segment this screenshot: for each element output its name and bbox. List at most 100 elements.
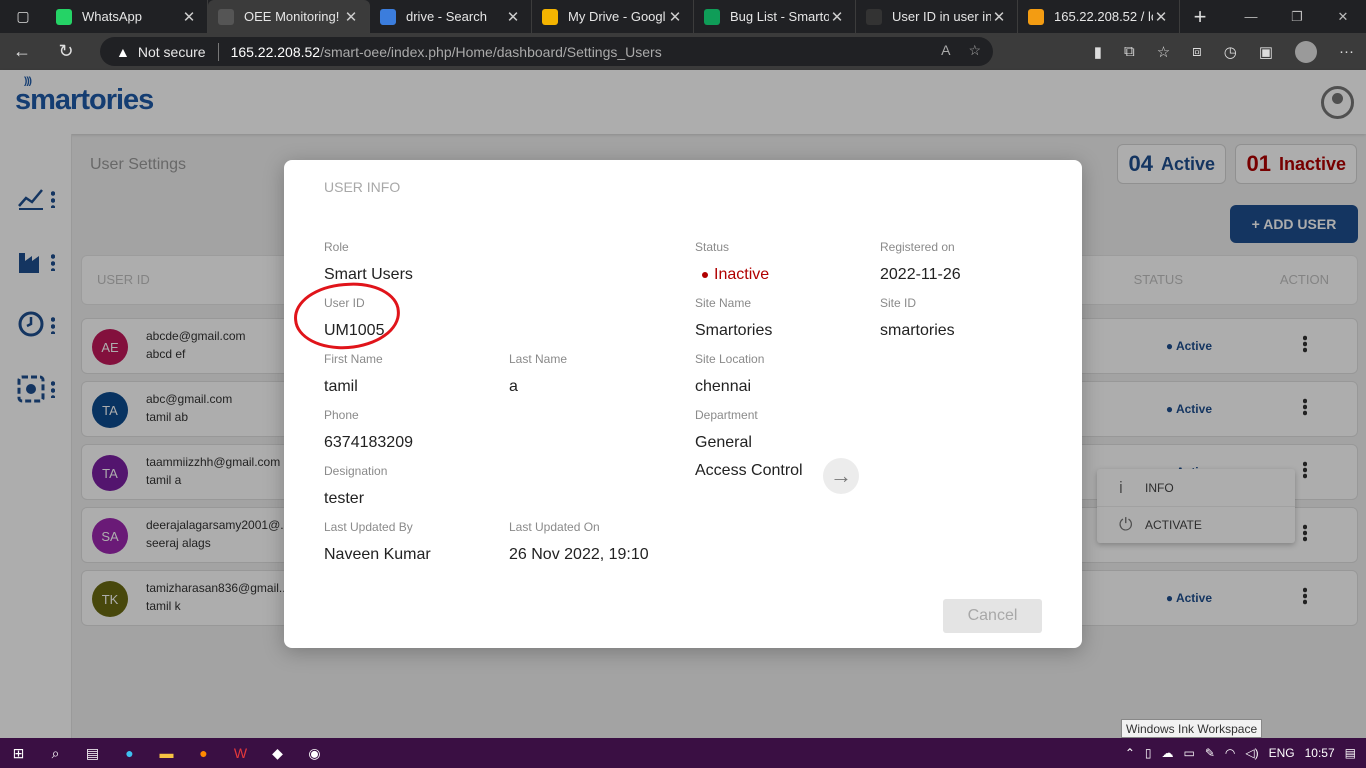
last-updated-on-label: Last Updated On — [509, 520, 600, 534]
close-window-button[interactable]: ✕ — [1320, 0, 1366, 33]
tab-title: OEE Monitoring! — [244, 9, 340, 24]
tab-title: User ID in user in — [892, 9, 991, 24]
close-tab-icon[interactable]: ✕ — [829, 8, 845, 26]
status-value: Inactive — [702, 266, 769, 284]
browser-tab[interactable]: WhatsApp ✕ — [46, 0, 208, 33]
onedrive-icon[interactable]: ☁ — [1161, 746, 1173, 760]
chevron-up-icon[interactable]: ⌃ — [1125, 746, 1135, 760]
close-tab-icon[interactable]: ✕ — [181, 8, 197, 26]
not-secure-label[interactable]: Not secure — [138, 44, 206, 60]
browser-tab-bar: ▢ WhatsApp ✕ OEE Monitoring! ✕ drive - Searc… — [0, 0, 1366, 33]
restore-button[interactable]: ❐ — [1274, 0, 1320, 33]
task-view-icon[interactable]: ▤ — [74, 738, 111, 768]
more-menu-icon[interactable]: ··· — [1339, 43, 1354, 60]
close-tab-icon[interactable]: ✕ — [991, 8, 1007, 26]
last-updated-by-value: Naveen Kumar — [324, 546, 431, 563]
tab-title: WhatsApp — [82, 9, 142, 24]
last-updated-by-label: Last Updated By — [324, 520, 413, 534]
whatsapp-icon — [56, 8, 72, 25]
app-icon-2[interactable]: ◉ — [296, 738, 333, 768]
edge-browser-icon[interactable]: ● — [111, 738, 148, 768]
url-separator — [217, 42, 219, 61]
browser-tab[interactable]: User ID in user in ✕ — [856, 0, 1018, 33]
phone-label: Phone — [324, 408, 359, 422]
collections-icon[interactable]: ⧈ — [1192, 43, 1202, 60]
url-field[interactable]: ▲ Not secure 165.22.208.52 /smart-oee/in… — [100, 37, 993, 66]
battery-icon[interactable]: ▭ — [1183, 746, 1194, 760]
designation-value: tester — [324, 490, 365, 507]
firefox-icon[interactable]: ● — [185, 738, 222, 768]
github-icon — [866, 8, 882, 25]
clock[interactable]: 10:57 — [1305, 746, 1335, 760]
site-id-value: smartories — [880, 322, 955, 339]
browser-tab[interactable]: 165.22.208.52 / lc ✕ — [1018, 0, 1180, 33]
last-name-value: a — [509, 378, 518, 395]
file-explorer-icon[interactable]: ▬ — [148, 738, 185, 768]
window-controls: — ❐ ✕ — [1228, 0, 1366, 33]
browser-tab[interactable]: drive - Search ✕ — [370, 0, 532, 33]
notifications-icon[interactable]: ▤ — [1345, 746, 1356, 760]
app-icon[interactable]: ◆ — [259, 738, 296, 768]
browser-tab[interactable]: OEE Monitoring! ✕ — [208, 0, 370, 33]
add-favorite-icon[interactable]: ☆ — [968, 42, 981, 59]
access-control-label: Access Control — [695, 462, 803, 479]
phone-value: 6374183209 — [324, 434, 413, 451]
tab-title: 165.22.208.52 / lc — [1054, 9, 1153, 24]
close-tab-icon[interactable]: ✕ — [667, 8, 683, 26]
close-tab-icon[interactable]: ✕ — [505, 8, 521, 26]
registered-label: Registered on — [880, 240, 955, 254]
url-host: 165.22.208.52 — [230, 43, 321, 60]
history-icon[interactable]: ◷ — [1224, 43, 1237, 61]
wifi-icon[interactable]: ◠ — [1225, 746, 1235, 760]
new-tab-button[interactable]: + — [1180, 4, 1220, 30]
tooltip: Windows Ink Workspace — [1121, 719, 1263, 738]
windows-start-icon[interactable]: ⊞ — [0, 738, 37, 768]
user-info-modal: USER INFO Role Smart Users Status Inacti… — [284, 160, 1082, 648]
department-label: Department — [695, 408, 758, 422]
first-name-value: tamil — [324, 378, 358, 395]
back-button[interactable]: ← — [0, 33, 44, 70]
tab-title: drive - Search — [406, 9, 487, 24]
access-control-arrow-button[interactable]: → — [823, 458, 859, 494]
volume-icon[interactable]: ◁) — [1245, 746, 1258, 760]
minimize-button[interactable]: — — [1228, 0, 1274, 33]
screenshot-icon[interactable]: ▣ — [1259, 43, 1273, 61]
google-drive-icon — [542, 8, 558, 25]
modal-title: USER INFO — [324, 179, 401, 195]
browser-profile-avatar[interactable] — [1295, 40, 1317, 63]
site-name-value: Smartories — [695, 322, 773, 339]
wps-office-icon[interactable]: W — [222, 738, 259, 768]
designation-label: Designation — [324, 464, 388, 478]
input-language[interactable]: ENG — [1269, 746, 1295, 760]
pen-icon[interactable]: ✎ — [1205, 746, 1215, 760]
phpmyadmin-icon — [1028, 8, 1044, 25]
close-tab-icon[interactable]: ✕ — [343, 8, 359, 26]
red-annotation-circle — [291, 279, 403, 353]
extensions-puzzle-icon[interactable]: ⧉ — [1124, 43, 1135, 60]
extension-icon[interactable]: ▮ — [1094, 43, 1102, 61]
site-location-label: Site Location — [695, 352, 765, 366]
close-tab-icon[interactable]: ✕ — [1153, 8, 1169, 26]
tray-app-icon[interactable]: ▯ — [1145, 746, 1152, 760]
registered-value: 2022-11-26 — [880, 266, 961, 283]
site-id-label: Site ID — [880, 296, 917, 310]
search-icon[interactable]: ⌕ — [37, 738, 74, 768]
site-location-value: chennai — [695, 378, 752, 395]
favorites-icon[interactable]: ☆ — [1157, 43, 1170, 61]
role-value: Smart Users — [324, 266, 413, 283]
google-sheets-icon — [704, 8, 720, 25]
tab-actions-icon[interactable]: ▢ — [0, 0, 46, 33]
refresh-button[interactable]: ↻ — [44, 33, 88, 70]
tab-title: Bug List - Smarto — [730, 9, 829, 24]
browser-tab[interactable]: Bug List - Smarto ✕ — [694, 0, 856, 33]
status-label: Status — [695, 240, 730, 254]
document-icon — [218, 8, 234, 25]
address-bar-row: ← ↻ ▲ Not secure 165.22.208.52 /smart-oe… — [0, 33, 1366, 70]
read-aloud-icon[interactable]: A — [941, 42, 950, 59]
cancel-button[interactable]: Cancel — [943, 599, 1042, 633]
last-name-label: Last Name — [509, 352, 568, 366]
warning-icon: ▲ — [116, 43, 130, 60]
tab-title: My Drive - Googl — [568, 9, 666, 24]
url-path: /smart-oee/index.php/Home/dashboard/Sett… — [320, 43, 662, 60]
browser-tab[interactable]: My Drive - Googl ✕ — [532, 0, 694, 33]
